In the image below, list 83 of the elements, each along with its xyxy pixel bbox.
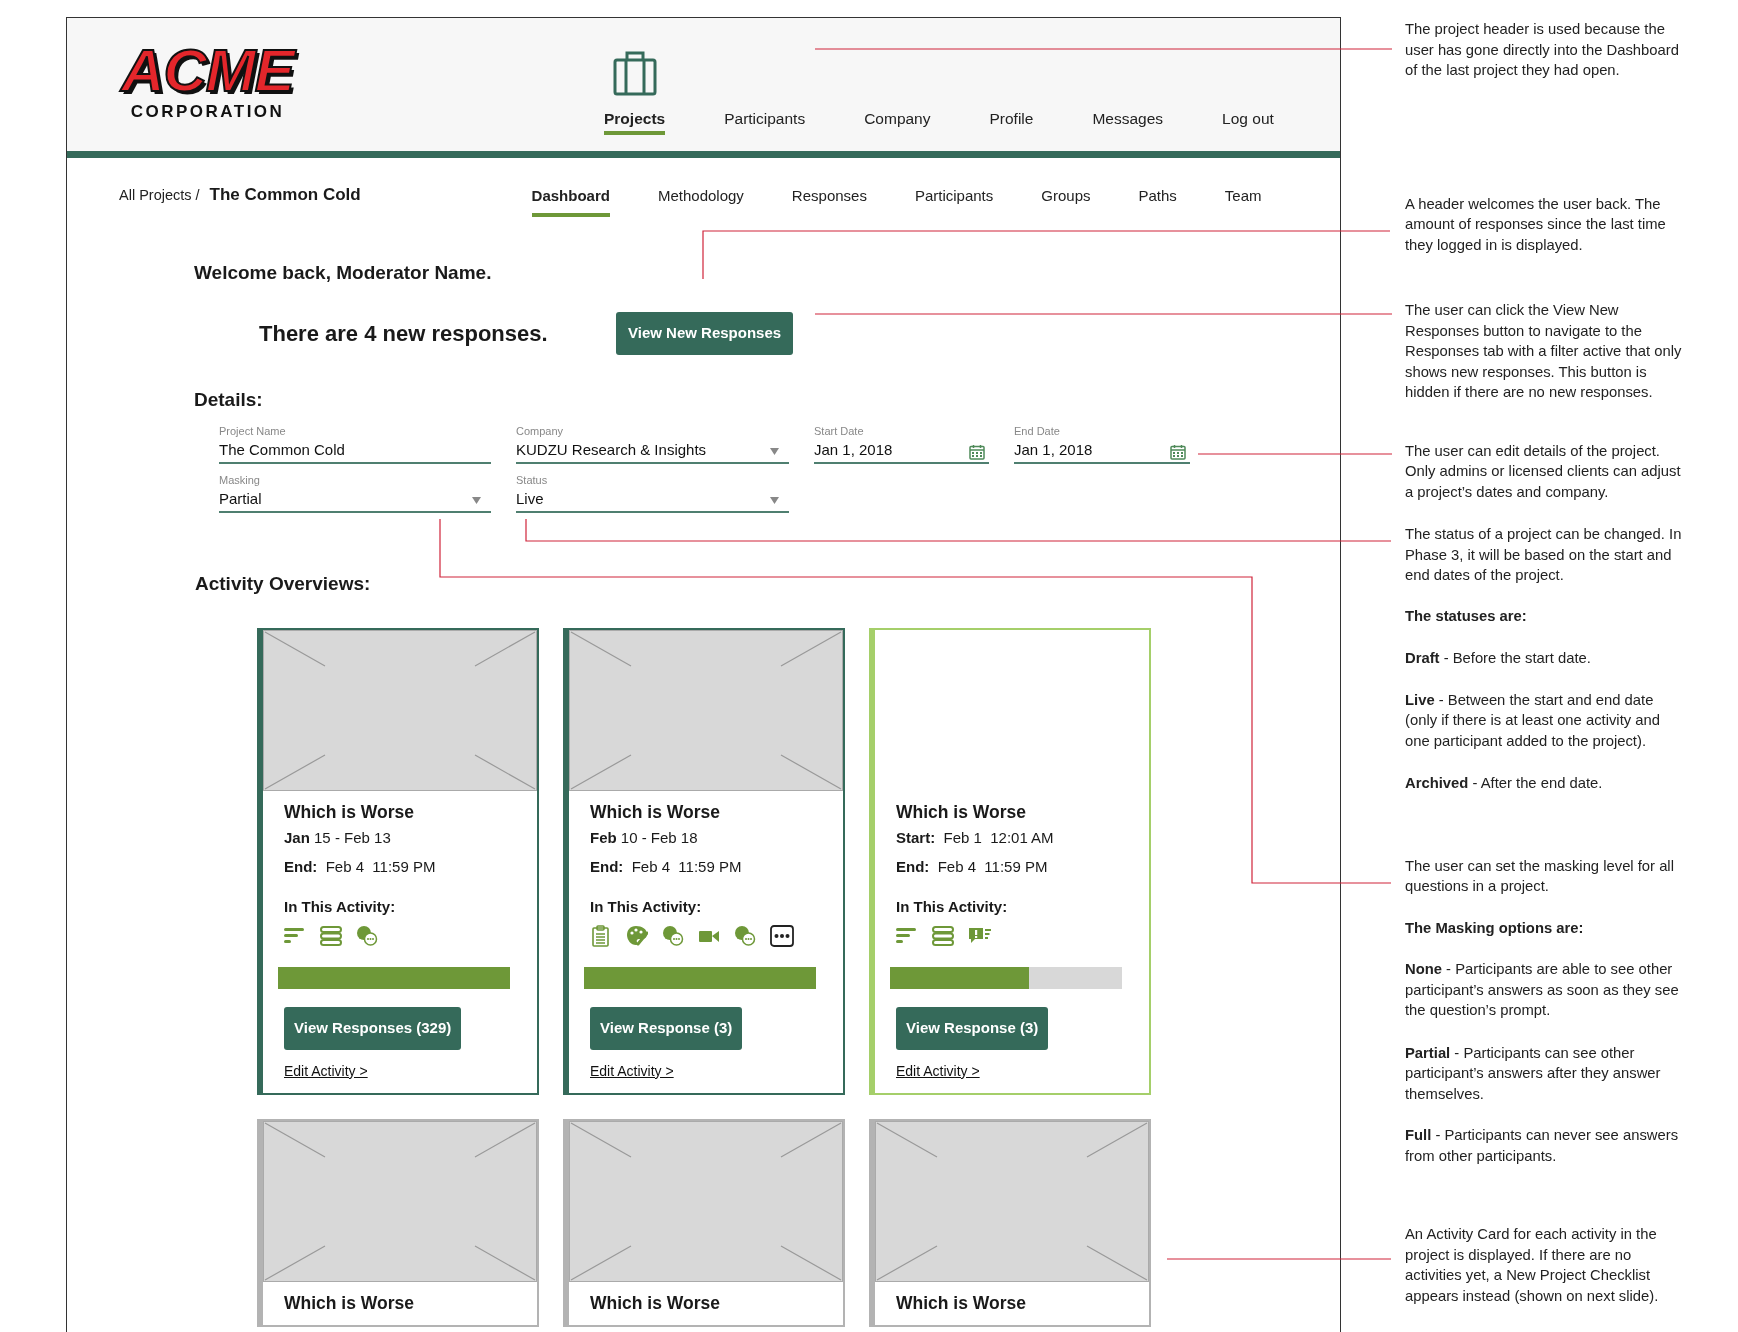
section-label: In This Activity: bbox=[896, 896, 1009, 917]
field-label: Masking bbox=[219, 473, 261, 487]
field-label: Project Name bbox=[219, 424, 287, 438]
edit-activity-link[interactable]: Edit Activity > bbox=[590, 1059, 674, 1082]
date-range: Feb 10 - Feb 18 bbox=[590, 827, 699, 848]
tab[interactable]: Responses bbox=[791, 185, 867, 217]
date-field[interactable]: Jan 1, 2018 bbox=[1014, 437, 1190, 464]
list-icon bbox=[932, 924, 954, 947]
card-title: Which is Worse bbox=[590, 800, 721, 823]
card-title: Which is Worse bbox=[284, 1291, 415, 1314]
tab[interactable]: Team bbox=[1224, 185, 1262, 217]
project-title: The Common Cold bbox=[209, 184, 362, 206]
nav-link[interactable]: Company bbox=[864, 109, 931, 135]
field-label: End Date bbox=[1014, 424, 1061, 438]
annotation-text: An Activity Card for each activity in the project is displayed. If there are no activities yet, a New Project Checklist appears instead (shown on next slide). bbox=[1405, 1225, 1660, 1306]
date-range: Start: Feb 1 12:01 AM bbox=[896, 827, 1055, 848]
welcome-heading: Welcome back, Moderator Name. bbox=[194, 260, 493, 285]
annotation-text: The user can click the View New Responses button to navigate to the Responses tab with a filter active that only shows new responses. This button is hidden if there are no new responses. bbox=[1405, 301, 1683, 402]
end-date: End: Feb 4 11:59 PM bbox=[590, 856, 743, 877]
dropdown-field[interactable]: Partial bbox=[219, 486, 491, 513]
input-field[interactable]: The Common Cold bbox=[219, 437, 491, 464]
field-label: Company bbox=[516, 424, 565, 438]
nav-link[interactable]: Messages bbox=[1092, 109, 1164, 135]
nav-link[interactable]: Log out bbox=[1222, 109, 1274, 135]
nav-link[interactable]: Projects bbox=[604, 109, 666, 135]
view-responses-button[interactable]: View Response (3) bbox=[896, 1006, 1049, 1050]
card-title: Which is Worse bbox=[896, 1291, 1027, 1314]
annotation-text: Archived - After the end date. bbox=[1405, 774, 1604, 793]
card-title: Which is Worse bbox=[896, 800, 1027, 823]
section-heading: Activity Overviews: bbox=[195, 571, 372, 596]
section-label: In This Activity: bbox=[284, 896, 397, 917]
chat-bubbles-icon bbox=[734, 924, 756, 947]
view-new-responses-button[interactable]: View New Responses bbox=[616, 311, 794, 355]
annotation-text: The user can edit details of the project. Only admins or licensed clients can adjust a project’s dates and company. bbox=[1405, 441, 1682, 502]
view-responses-button[interactable]: View Response (3) bbox=[590, 1006, 743, 1050]
tab[interactable]: Groups bbox=[1041, 185, 1091, 217]
section-label: In This Activity: bbox=[590, 896, 703, 917]
logo-subtitle: CORPORATION bbox=[130, 102, 285, 122]
annotation-text: None - Participants are able to see other participant’s answers as soon as they see the question’s prompt. bbox=[1405, 960, 1680, 1020]
dropdown-field[interactable]: KUDZU Research & Insights bbox=[516, 437, 789, 464]
end-date: End: Feb 4 11:59 PM bbox=[896, 856, 1049, 877]
nav-link[interactable]: Participants bbox=[724, 109, 806, 135]
list-icon bbox=[320, 924, 342, 947]
clipboard-icon bbox=[590, 924, 612, 947]
caret-icon bbox=[472, 496, 481, 504]
annotation-text: Partial - Participants can see other participant’s answers after they answer themselves. bbox=[1405, 1043, 1662, 1104]
field-label: Status bbox=[516, 473, 549, 487]
annotation-text: The project header is used because the user has gone directly into the Dashboard of the last project they had open. bbox=[1405, 20, 1680, 80]
card-title: Which is Worse bbox=[284, 800, 415, 823]
calendar-icon bbox=[1170, 443, 1186, 460]
caret-icon bbox=[770, 496, 779, 504]
briefcase-icon bbox=[612, 50, 657, 96]
palette-icon bbox=[626, 924, 648, 947]
date-field[interactable]: Jan 1, 2018 bbox=[814, 437, 989, 464]
annotation-heading: The statuses are: bbox=[1405, 606, 1528, 626]
nav-link[interactable]: Profile bbox=[989, 109, 1034, 135]
calendar-icon bbox=[969, 443, 985, 460]
annotation-text: The status of a project can be changed. In Phase 3, it will be based on the start and end dates of the project. bbox=[1405, 525, 1683, 585]
card-title: Which is Worse bbox=[590, 1291, 721, 1314]
chat-bubbles-icon bbox=[356, 924, 378, 947]
tab[interactable]: Dashboard bbox=[531, 185, 610, 217]
annotation-text: Live - Between the start and end date (only if there is at least one activity and one participant added to the project). bbox=[1405, 690, 1661, 751]
annotation-text: Full - Participants can never see answers from other participants. bbox=[1405, 1126, 1680, 1166]
view-responses-button[interactable]: View Responses (329) bbox=[284, 1006, 462, 1050]
annotation-text: Draft - Before the start date. bbox=[1405, 649, 1592, 668]
chat-bubbles-icon bbox=[662, 924, 684, 947]
annotation-heading: The Masking options are: bbox=[1405, 918, 1585, 938]
tab[interactable]: Paths bbox=[1138, 185, 1177, 217]
edit-activity-link[interactable]: Edit Activity > bbox=[284, 1059, 368, 1082]
end-date: End: Feb 4 11:59 PM bbox=[284, 856, 437, 877]
edit-activity-link[interactable]: Edit Activity > bbox=[896, 1059, 980, 1082]
caret-icon bbox=[770, 447, 779, 455]
annotation-text: A header welcomes the user back. The amount of responses since the last time they logged in is displayed. bbox=[1405, 194, 1667, 255]
section-heading: Details: bbox=[194, 387, 264, 412]
field-label: Start Date bbox=[814, 424, 865, 438]
tab[interactable]: Participants bbox=[914, 185, 994, 217]
tab[interactable]: Methodology bbox=[657, 185, 744, 217]
dropdown-field[interactable]: Live bbox=[516, 486, 789, 513]
annotation-text: The user can set the masking level for all questions in a project. bbox=[1405, 856, 1675, 896]
date-range: Jan 15 - Feb 13 bbox=[284, 827, 392, 848]
new-responses-text: There are 4 new responses. bbox=[259, 319, 549, 348]
breadcrumb-link[interactable]: All Projects / bbox=[119, 184, 200, 217]
more-icon bbox=[770, 924, 794, 947]
